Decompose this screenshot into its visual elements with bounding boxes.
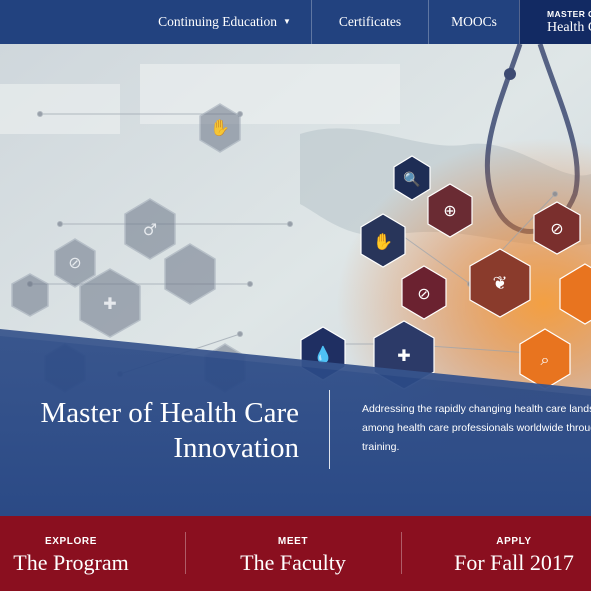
- cta-label: The Program: [13, 550, 129, 575]
- cta-label: For Fall 2017: [454, 550, 574, 575]
- caret-down-icon: ▼: [282, 16, 291, 26]
- hero-title-line2: Innovation: [173, 432, 299, 464]
- hero-desc-line1: Addressing the rapidly changing health c…: [362, 403, 591, 415]
- nav-continuing-education[interactable]: Continuing Education ▼: [138, 0, 311, 44]
- apply-fall-link[interactable]: APPLY For Fall 2017: [401, 516, 591, 591]
- top-navigation: Continuing Education ▼ Certificates MOOC…: [0, 0, 591, 44]
- cta-kicker: MEET: [277, 536, 309, 547]
- nav-continuing-education-label: Continuing Education: [158, 14, 277, 29]
- nav-active-kicker: MASTER OF: [547, 8, 591, 19]
- cta-kicker: APPLY: [496, 536, 532, 547]
- male-symbol-icon: ♂: [143, 220, 157, 239]
- meet-faculty-link[interactable]: MEET The Faculty: [185, 516, 401, 591]
- cta-kicker: EXPLORE: [45, 536, 97, 547]
- ban-icon: ⊘: [417, 284, 430, 303]
- ban-icon: ⊘: [550, 219, 563, 238]
- explore-program-link[interactable]: EXPLORE The Program: [0, 516, 142, 591]
- nav-certificates-label: Certificates: [338, 14, 402, 29]
- hero-desc-line3: training.: [362, 441, 400, 453]
- hand-stop-icon: ✋: [373, 232, 393, 251]
- cta-bar: EXPLORE The Program MEET The Faculty APP…: [0, 516, 591, 591]
- nav-moocs[interactable]: MOOCs: [428, 0, 519, 44]
- search-icon: ⌕: [541, 350, 550, 369]
- search-icon: 🔍: [403, 170, 420, 188]
- first-aid-icon: ✚: [103, 294, 116, 313]
- hero-description: Addressing the rapidly changing health c…: [362, 400, 591, 457]
- nav-moocs-label: MOOCs: [451, 14, 497, 29]
- plant-icon: ❦: [492, 273, 507, 294]
- nav-active-label: Health Care: [547, 19, 591, 35]
- ban-icon: ⊘: [68, 253, 81, 272]
- hand-stop-icon: ✋: [210, 118, 230, 137]
- hero-title-line1: Master of Health Care: [40, 397, 299, 429]
- hero-banner: ✋ ♂ ⊘ ✚ 🔍 ⊕ ✋ ⊘ ❦ ⊘ 💧 ✚ ⌕ Master of Heal…: [0, 44, 591, 516]
- hero-divider: [329, 390, 330, 469]
- nav-certificates[interactable]: Certificates: [311, 0, 428, 44]
- nav-master-health-care[interactable]: MASTER OF Health Care: [519, 0, 591, 44]
- plus-circle-icon: ⊕: [443, 201, 456, 220]
- cta-label: The Faculty: [240, 550, 346, 575]
- first-aid-kit-icon: ✚: [397, 346, 410, 365]
- hero-title: Master of Health Care Innovation: [9, 396, 299, 466]
- hero-desc-line2: among health care professionals worldwid…: [362, 422, 591, 434]
